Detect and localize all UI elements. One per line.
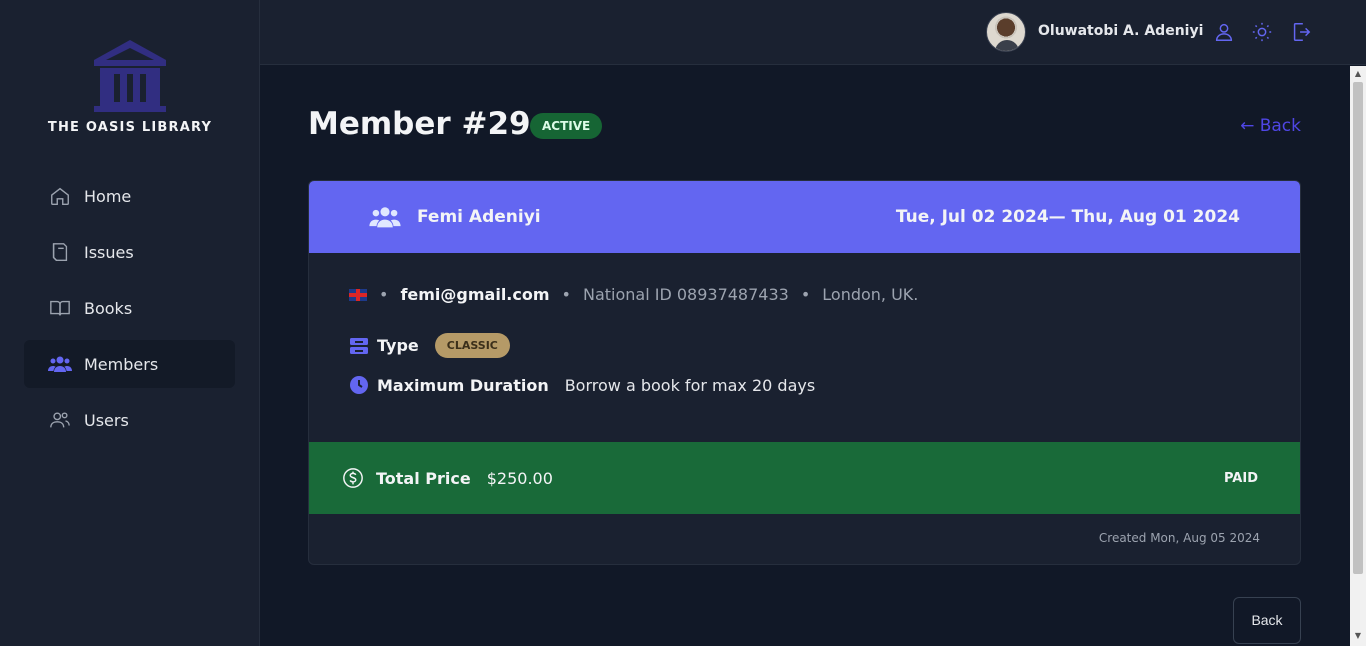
type-label: Type <box>377 336 419 355</box>
scroll-down-arrow-icon[interactable]: ▼ <box>1353 631 1363 641</box>
sidebar-item-label: Issues <box>84 242 134 262</box>
book-stack-icon <box>48 240 72 264</box>
price-bar: Total Price $250.00 PAID <box>309 442 1300 514</box>
scrollbar[interactable]: ▲ ▼ <box>1350 66 1366 646</box>
duration-value: Borrow a book for max 20 days <box>564 375 816 395</box>
home-icon <box>48 184 72 208</box>
logout-icon[interactable] <box>1290 21 1312 43</box>
member-name-block: Femi Adeniyi <box>369 204 541 230</box>
member-card: Femi Adeniyi Tue, Jul 02 2024— Thu, Aug … <box>308 180 1301 565</box>
back-link[interactable]: ← Back <box>1240 116 1301 136</box>
sidebar-item-users[interactable]: Users <box>24 396 235 444</box>
member-location: London, UK. <box>822 285 919 304</box>
membership-period: Tue, Jul 02 2024— Thu, Aug 01 2024 <box>895 207 1240 227</box>
max-duration-row: Maximum Duration Borrow a book for max 2… <box>349 375 815 395</box>
sidebar-item-issues[interactable]: Issues <box>24 228 235 276</box>
sidebar-item-home[interactable]: Home <box>24 172 235 220</box>
sidebar-nav: Home Issues Books Members Users <box>24 172 235 452</box>
avatar[interactable] <box>986 12 1026 52</box>
created-date: Created Mon, Aug 05 2024 <box>1098 531 1260 545</box>
inbox-stack-icon <box>350 337 368 354</box>
scrollbar-thumb[interactable] <box>1353 82 1363 574</box>
member-email: femi@gmail.com <box>400 285 550 304</box>
app-name: THE OASIS LIBRARY <box>47 120 213 135</box>
users-group-icon <box>48 352 72 376</box>
dollar-circle-icon <box>343 468 363 488</box>
users-group-icon <box>369 207 401 228</box>
member-name: Femi Adeniyi <box>417 207 541 227</box>
scroll-up-arrow-icon[interactable]: ▲ <box>1353 69 1363 79</box>
payment-status: PAID <box>1223 470 1258 486</box>
duration-label: Maximum Duration <box>377 375 549 395</box>
library-building-icon <box>94 40 166 112</box>
sidebar-item-label: Users <box>84 410 129 430</box>
sidebar-item-label: Home <box>84 186 132 206</box>
member-card-header: Femi Adeniyi Tue, Jul 02 2024— Thu, Aug … <box>309 181 1300 253</box>
open-book-icon <box>48 296 72 320</box>
clock-icon <box>350 376 368 394</box>
logo[interactable]: THE OASIS LIBRARY <box>0 38 260 135</box>
status-badge: ACTIVE <box>530 113 603 139</box>
user-icon[interactable] <box>1213 21 1235 43</box>
separator: • <box>379 285 389 304</box>
main-content: Member #29 ACTIVE ← Back Femi Adeniyi Tu… <box>260 66 1350 646</box>
sidebar-item-books[interactable]: Books <box>24 284 235 332</box>
users-outline-icon <box>48 408 72 432</box>
sidebar-item-members[interactable]: Members <box>24 340 235 388</box>
total-price-value: $250.00 <box>486 468 553 488</box>
total-price-block: Total Price $250.00 <box>342 467 553 489</box>
contact-info-row: • femi@gmail.com • National ID 089374874… <box>349 285 918 304</box>
user-name[interactable]: Oluwatobi A. Adeniyi <box>1038 23 1203 39</box>
uk-flag-icon <box>349 288 367 301</box>
page-title: Member #29 <box>308 106 531 142</box>
sidebar-item-label: Books <box>84 298 133 318</box>
separator: • <box>800 285 811 304</box>
back-button[interactable]: Back <box>1233 597 1301 644</box>
national-id: National ID 08937487433 <box>582 285 789 304</box>
membership-type-row: Type CLASSIC <box>349 333 510 358</box>
separator: • <box>561 285 571 304</box>
top-bar: Oluwatobi A. Adeniyi <box>260 0 1366 65</box>
type-badge: CLASSIC <box>434 333 510 358</box>
total-price-label: Total Price <box>376 468 471 488</box>
sun-icon[interactable] <box>1251 21 1273 43</box>
sidebar: THE OASIS LIBRARY Home Issues Books Memb… <box>0 0 260 646</box>
sidebar-item-label: Members <box>84 354 159 374</box>
